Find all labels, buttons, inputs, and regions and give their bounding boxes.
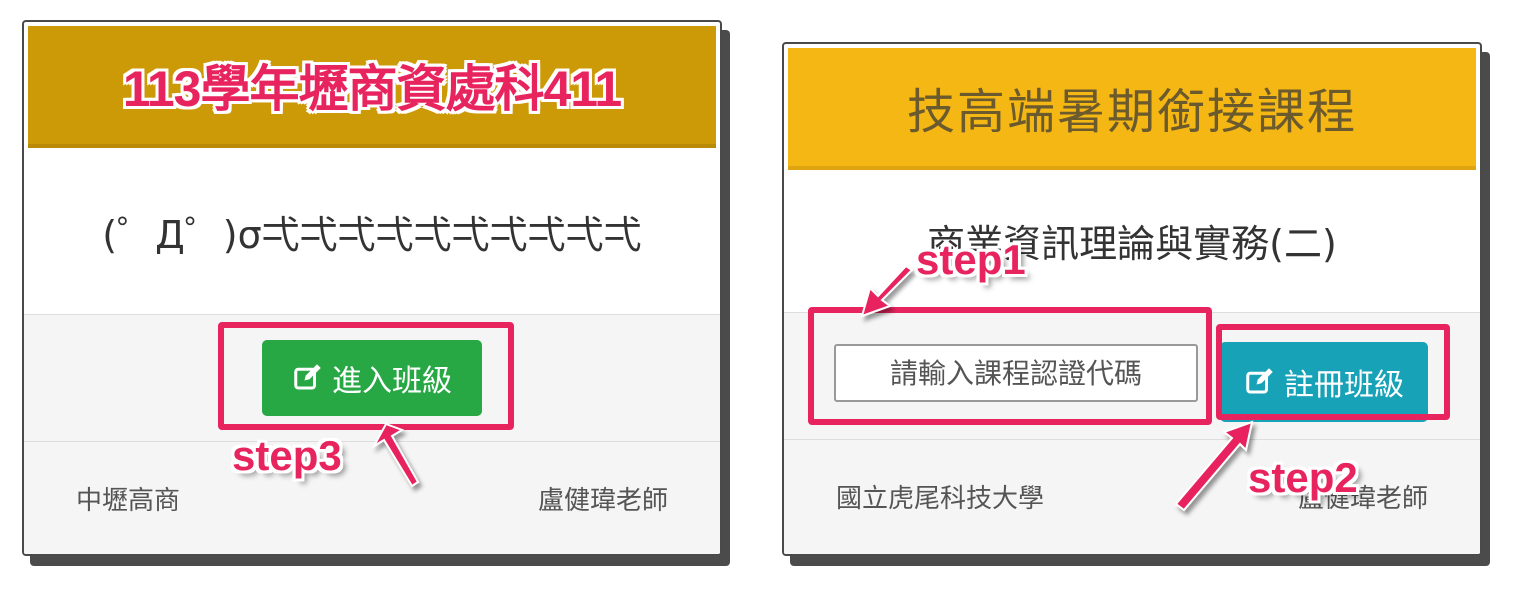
edit-icon bbox=[294, 364, 321, 390]
card-header: 技高端暑期銜接課程 bbox=[788, 48, 1476, 170]
course-name: (゜Д゜)σ弌弌弌弌弌弌弌弌弌弌 bbox=[102, 212, 642, 257]
register-class-label: 註冊班級 bbox=[1284, 368, 1404, 403]
step1-label: step1 bbox=[916, 236, 1026, 283]
step3-label: step3 bbox=[232, 432, 342, 479]
register-class-button[interactable]: 註冊班級 bbox=[1220, 342, 1428, 422]
course-code-input[interactable] bbox=[834, 344, 1198, 402]
course-card-left: 113學年壢商資處科411 (゜Д゜)σ弌弌弌弌弌弌弌弌弌弌 進入班級 中壢高商… bbox=[22, 20, 722, 556]
card-header: 113學年壢商資處科411 bbox=[28, 26, 716, 148]
enter-class-button[interactable]: 進入班級 bbox=[262, 340, 482, 416]
step2-label: step2 bbox=[1248, 454, 1358, 501]
enter-class-label: 進入班級 bbox=[332, 364, 452, 399]
card-title: 技高端暑期銜接課程 bbox=[906, 84, 1357, 140]
edit-icon bbox=[1246, 368, 1273, 394]
card-body: 商業資訊理論與實務(二) bbox=[784, 170, 1480, 310]
card-footer: 中壢高商 盧健瑋老師 bbox=[24, 442, 720, 554]
teacher-name: 盧健瑋老師 bbox=[537, 486, 668, 516]
school-name: 中壢高商 bbox=[76, 486, 181, 516]
course-card-right: 技高端暑期銜接課程 商業資訊理論與實務(二) 註冊班級 國立虎尾科技大學 盧健瑋… bbox=[782, 42, 1482, 556]
card-title: 113學年壢商資處科411 bbox=[122, 61, 622, 117]
card-body: (゜Д゜)σ弌弌弌弌弌弌弌弌弌弌 bbox=[24, 150, 720, 312]
school-name: 國立虎尾科技大學 bbox=[836, 484, 1045, 514]
card-footer: 國立虎尾科技大學 盧健瑋老師 bbox=[784, 440, 1480, 554]
